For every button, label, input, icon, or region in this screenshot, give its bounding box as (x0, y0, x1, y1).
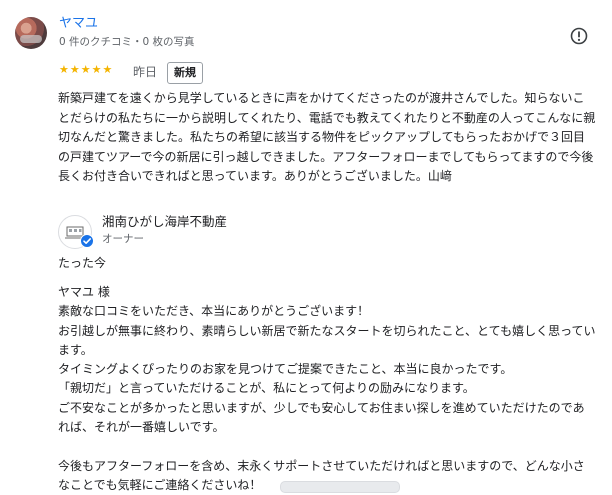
star-icon: ★ (69, 63, 80, 76)
new-badge: 新規 (167, 62, 203, 84)
owner-name: 湘南ひがし海岸不動産 (102, 214, 228, 229)
star-icon: ★ (80, 63, 91, 76)
verified-badge-icon (80, 234, 94, 248)
reviewer-meta: 0 件のクチコミ・0 枚の写真 (59, 36, 195, 48)
owner-role: オーナー (102, 233, 144, 245)
star-rating: ★ ★ ★ ★ ★ (59, 64, 112, 76)
report-icon[interactable] (570, 27, 588, 45)
star-icon: ★ (59, 63, 69, 76)
review-date: 昨日 (133, 65, 158, 79)
reviewer-name[interactable]: ヤマユ (59, 16, 98, 32)
star-icon: ★ (91, 63, 102, 76)
reviewer-avatar[interactable] (15, 17, 47, 49)
review-text: 新築戸建てを遠くから見学しているときに声をかけてくださったのが渡井さんでした。知… (58, 91, 596, 183)
owner-reply-text: ヤマユ 様 素敵な口コミをいただき、本当にありがとうございます！ お引越しが無事… (58, 285, 596, 492)
star-icon: ★ (102, 63, 113, 76)
scroll-indicator[interactable] (280, 481, 400, 493)
reply-date: たった今 (58, 256, 107, 270)
